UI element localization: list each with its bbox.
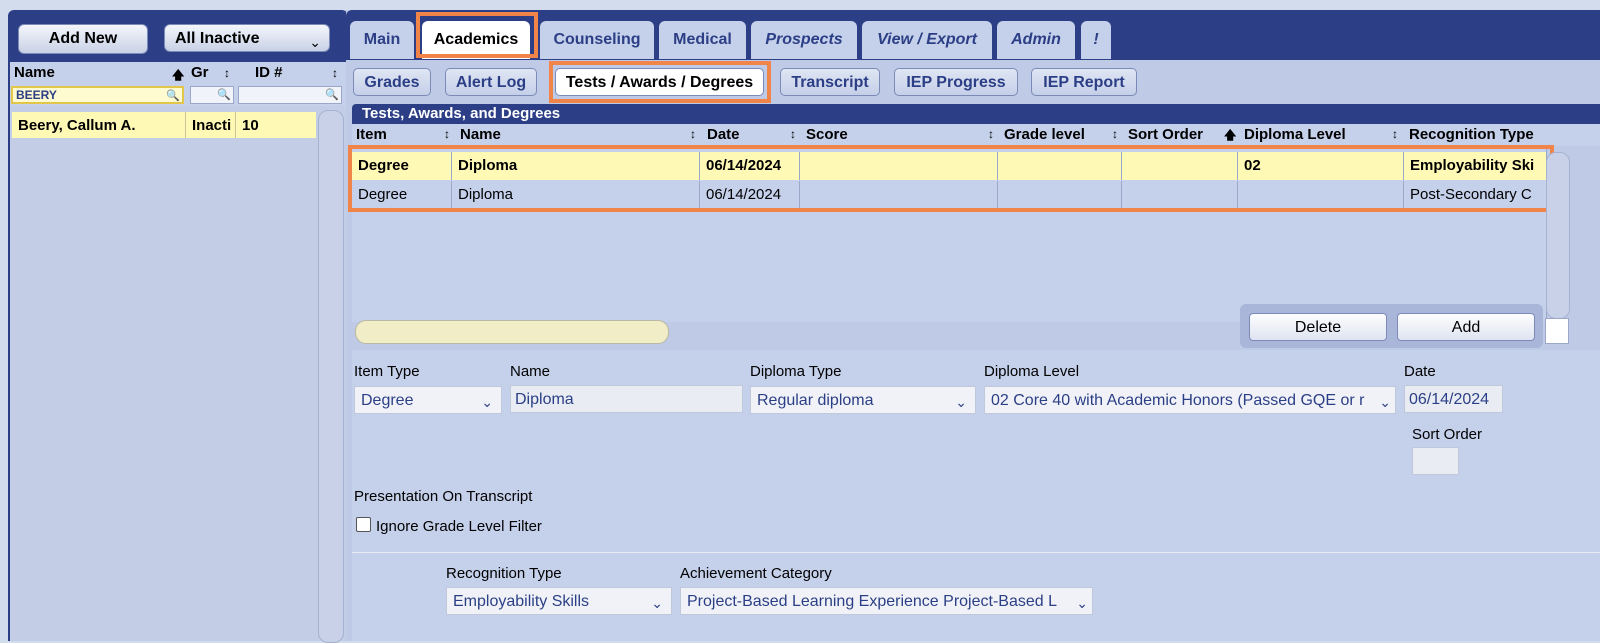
list-item[interactable]: Beery, Callum A. Inacti 10 xyxy=(12,112,316,138)
highlight-box xyxy=(348,145,1554,212)
sort-icon[interactable]: ↕ xyxy=(690,127,696,141)
col-diploma-level[interactable]: Diploma Level xyxy=(1244,126,1346,143)
sort-icon[interactable]: ↕ xyxy=(790,127,796,141)
scroll-corner xyxy=(1545,318,1569,344)
diploma-type-value: Regular diploma xyxy=(757,392,874,409)
recognition-type-value: Employability Skills xyxy=(453,593,590,610)
highlight-box xyxy=(416,12,538,58)
tab-view-export[interactable]: View / Export xyxy=(862,21,992,59)
achievement-category-label: Achievement Category xyxy=(680,565,832,582)
student-list xyxy=(10,106,348,641)
col-date[interactable]: Date xyxy=(707,126,740,143)
divider xyxy=(235,112,236,138)
col-name[interactable]: Name xyxy=(460,126,501,143)
tab-admin[interactable]: Admin xyxy=(997,21,1075,59)
col-sort-order[interactable]: Sort Order xyxy=(1128,126,1203,143)
sort-icon[interactable]: ↕ xyxy=(1112,127,1118,141)
add-new-button[interactable]: Add New xyxy=(18,24,148,54)
col-grade-level[interactable]: Grade level xyxy=(1004,126,1085,143)
col-grade[interactable]: Gr xyxy=(191,64,209,81)
diploma-level-select[interactable]: 02 Core 40 with Academic Honors (Passed … xyxy=(984,386,1396,414)
item-type-select[interactable]: Degree ⌄ xyxy=(354,386,502,414)
tab-medical[interactable]: Medical xyxy=(659,21,746,59)
col-recognition-type[interactable]: Recognition Type xyxy=(1409,126,1549,143)
divider xyxy=(185,112,186,138)
diploma-level-value: 02 Core 40 with Academic Honors (Passed … xyxy=(991,392,1365,409)
name-filter-value: BEERY xyxy=(16,88,57,102)
diploma-level-label: Diploma Level xyxy=(984,363,1080,380)
grid-title: Tests, Awards, and Degrees xyxy=(352,104,1600,124)
sort-icon[interactable]: ↕ xyxy=(988,127,994,141)
id-filter-input[interactable]: 🔍 xyxy=(238,86,342,104)
sort-order-label: Sort Order xyxy=(1412,426,1483,443)
tab-main[interactable]: Main xyxy=(350,21,414,59)
add-button[interactable]: Add xyxy=(1397,313,1535,341)
subtab-grades[interactable]: Grades xyxy=(353,68,431,96)
sort-icon[interactable]: ↕ xyxy=(444,127,450,141)
delete-button[interactable]: Delete xyxy=(1249,313,1387,341)
date-input[interactable]: 06/14/2024 xyxy=(1404,385,1503,413)
sort-icon[interactable]: ↕ xyxy=(1392,127,1398,141)
divider xyxy=(352,552,1600,553)
list-scrollbar[interactable] xyxy=(318,110,344,643)
sort-asc-icon[interactable]: 🡅 xyxy=(1224,126,1236,147)
subtab-iep-progress[interactable]: IEP Progress xyxy=(894,68,1018,96)
item-type-value: Degree xyxy=(361,392,414,409)
name-filter-input[interactable]: BEERY 🔍 xyxy=(11,86,184,104)
tab-counseling[interactable]: Counseling xyxy=(540,21,654,59)
chevron-down-icon: ⌄ xyxy=(1379,388,1391,413)
sort-icon[interactable]: ↕ xyxy=(332,66,338,80)
date-label: Date xyxy=(1404,363,1436,380)
tab-alert[interactable]: ! xyxy=(1081,21,1111,59)
student-grade: Inacti xyxy=(192,117,232,134)
presentation-label: Presentation On Transcript xyxy=(354,488,533,505)
chevron-down-icon: ⌄ xyxy=(651,595,663,611)
ignore-grade-filter-label[interactable]: Ignore Grade Level Filter xyxy=(376,518,542,535)
highlight-box xyxy=(549,61,771,103)
subtab-iep-report[interactable]: IEP Report xyxy=(1031,68,1137,96)
search-icon: 🔍 xyxy=(325,89,339,101)
subtab-transcript[interactable]: Transcript xyxy=(780,68,880,96)
name-input[interactable]: Diploma xyxy=(510,385,743,413)
chevron-down-icon: ⌄ xyxy=(1076,589,1088,614)
inactive-filter-value: All Inactive xyxy=(175,30,260,47)
search-icon: 🔍 xyxy=(166,90,180,102)
diploma-type-select[interactable]: Regular diploma ⌄ xyxy=(750,386,976,414)
grade-filter-input[interactable]: 🔍 xyxy=(190,86,234,104)
name-label: Name xyxy=(510,363,551,380)
col-score[interactable]: Score xyxy=(806,126,848,143)
search-icon: 🔍 xyxy=(217,89,231,101)
chevron-down-icon: ⌄ xyxy=(309,34,321,50)
inactive-filter-select[interactable]: All Inactive ⌄ xyxy=(164,24,330,52)
achievement-category-value: Project-Based Learning Experience Projec… xyxy=(687,593,1057,610)
student-name: Beery, Callum A. xyxy=(18,117,136,134)
col-item[interactable]: Item xyxy=(356,126,387,143)
chevron-down-icon: ⌄ xyxy=(955,394,967,410)
tab-prospects[interactable]: Prospects xyxy=(751,21,857,59)
item-type-label: Item Type xyxy=(354,363,420,380)
diploma-type-label: Diploma Type xyxy=(750,363,842,380)
student-id: 10 xyxy=(242,117,259,134)
grid-vertical-scrollbar[interactable] xyxy=(1546,152,1570,319)
achievement-category-select[interactable]: Project-Based Learning Experience Projec… xyxy=(680,587,1093,615)
recognition-type-label: Recognition Type xyxy=(446,565,562,582)
ignore-grade-filter-checkbox[interactable] xyxy=(356,517,371,532)
col-name[interactable]: Name xyxy=(14,64,55,81)
sort-order-input[interactable] xyxy=(1412,447,1459,475)
col-id[interactable]: ID # xyxy=(255,64,283,81)
sort-icon[interactable]: ↕ xyxy=(224,66,230,80)
recognition-type-select[interactable]: Employability Skills ⌄ xyxy=(446,587,672,615)
grid-horizontal-scrollbar[interactable] xyxy=(355,320,669,344)
chevron-down-icon: ⌄ xyxy=(481,394,493,410)
subtab-alert-log[interactable]: Alert Log xyxy=(445,68,537,96)
